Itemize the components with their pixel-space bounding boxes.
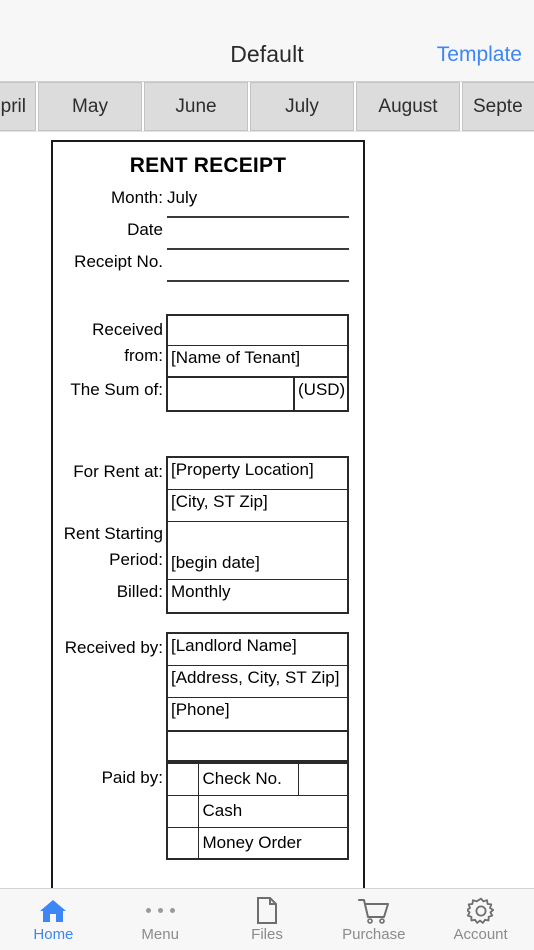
received-by-group: [Landlord Name] [Address, City, ST Zip] … (53, 632, 363, 762)
month-tab-label: pril (0, 95, 26, 117)
month-tab-may[interactable]: May (38, 82, 142, 131)
table-row[interactable]: Cash (166, 794, 348, 828)
tab-home-label: Home (33, 925, 74, 943)
month-tab-june[interactable]: June (144, 82, 248, 131)
rent-period-label-line2: Period: (109, 550, 163, 569)
billed-cell[interactable]: Monthly (168, 580, 347, 612)
field-month-value: July (167, 188, 198, 207)
field-date[interactable]: Date (53, 218, 363, 250)
landlord-phone-cell[interactable]: [Phone] (168, 698, 347, 730)
received-from-group: [Name of Tenant] (USD) Received from: Th… (53, 314, 363, 432)
received-by-blank-cell[interactable] (166, 732, 349, 762)
sum-of-label: The Sum of: (70, 380, 163, 399)
received-by-label: Received by: (64, 638, 163, 657)
landlord-address-cell[interactable]: [Address, City, ST Zip] (168, 666, 347, 698)
month-tab-label: August (378, 95, 438, 117)
document-canvas[interactable]: RENT RECEIPT Month: July Date Receipt No… (0, 132, 534, 888)
period-blank-cell[interactable] (168, 522, 347, 551)
paid-by-method-cash: Cash (197, 794, 348, 828)
template-button[interactable]: Template (437, 43, 522, 67)
paid-by-label: Paid by: (101, 768, 163, 787)
field-receipt-no-underline (167, 280, 349, 282)
paid-by-method-money-order: Money Order (197, 826, 348, 860)
field-month[interactable]: Month: July (53, 186, 363, 218)
paid-by-checkbox-money-order[interactable] (166, 826, 199, 860)
received-from-label-line1: Received (92, 320, 163, 339)
tab-files-label: Files (251, 925, 283, 943)
tab-home[interactable]: Home (0, 889, 107, 950)
month-tab-strip[interactable]: pril May June July August Septe (0, 82, 534, 132)
month-tab-label: Septe (473, 95, 523, 117)
property-location-cell[interactable]: [Property Location] (168, 458, 347, 490)
month-tab-july[interactable]: July (250, 82, 354, 131)
field-date-label: Date (127, 220, 163, 239)
tab-account[interactable]: Account (427, 889, 534, 950)
navigation-bar: Default Template (0, 28, 534, 82)
city-state-zip-cell[interactable]: [City, ST Zip] (168, 490, 347, 522)
sum-of-amount-cell[interactable] (168, 378, 295, 410)
app-screen: Default Template pril May June July Augu… (0, 0, 534, 950)
sum-of-row: (USD) (166, 378, 349, 412)
month-tab-label: July (285, 95, 319, 117)
tab-menu[interactable]: Menu (107, 889, 214, 950)
receipt-title: RENT RECEIPT (129, 154, 287, 177)
status-bar (0, 0, 534, 28)
month-tab-label: May (72, 95, 108, 117)
table-row[interactable]: Check No. (166, 762, 349, 796)
tab-purchase[interactable]: Purchase (320, 889, 427, 950)
month-tab-august[interactable]: August (356, 82, 460, 131)
month-tab-april[interactable]: pril (0, 82, 36, 131)
field-receipt-no-label: Receipt No. (74, 252, 163, 271)
bottom-tab-bar: Home Menu Files Purchase Account (0, 888, 534, 950)
paid-by-value-check[interactable] (297, 762, 349, 796)
billed-label: Billed: (116, 582, 163, 601)
landlord-name-cell[interactable]: [Landlord Name] (168, 634, 347, 666)
cart-icon (357, 898, 390, 924)
paid-by-method-check: Check No. (197, 762, 299, 796)
paid-by-checkbox-cash[interactable] (166, 794, 199, 828)
rent-period-label-line1: Rent Starting (63, 524, 163, 543)
paid-by-group: Check No. Cash Money Order Paid by: (53, 762, 363, 868)
month-tab-label: June (175, 95, 217, 117)
tab-account-label: Account (453, 925, 508, 943)
dots-icon (145, 898, 175, 924)
rent-details-group: [Property Location] [City, ST Zip] [begi… (53, 456, 363, 614)
field-month-label: Month: (111, 188, 163, 207)
gear-icon (466, 897, 495, 924)
paid-by-table: Check No. Cash Money Order (166, 762, 349, 860)
month-tab-september[interactable]: Septe (462, 82, 534, 131)
table-row[interactable]: Money Order (166, 826, 348, 860)
tab-files[interactable]: Files (214, 889, 321, 950)
file-icon (256, 897, 278, 924)
sum-of-currency-label: (USD) (295, 378, 347, 410)
received-from-name-cell[interactable]: [Name of Tenant] (168, 346, 347, 376)
tab-menu-label: Menu (141, 925, 179, 943)
field-receipt-no[interactable]: Receipt No. (53, 250, 363, 282)
for-rent-at-label: For Rent at: (73, 462, 163, 481)
paid-by-checkbox-check[interactable] (166, 762, 199, 796)
tab-purchase-label: Purchase (342, 925, 406, 943)
received-from-blank-cell[interactable] (168, 316, 347, 346)
received-from-label-line2: from: (124, 346, 163, 365)
receipt-page: RENT RECEIPT Month: July Date Receipt No… (51, 140, 365, 888)
begin-date-cell[interactable]: [begin date] (168, 551, 347, 580)
home-icon (38, 898, 68, 924)
